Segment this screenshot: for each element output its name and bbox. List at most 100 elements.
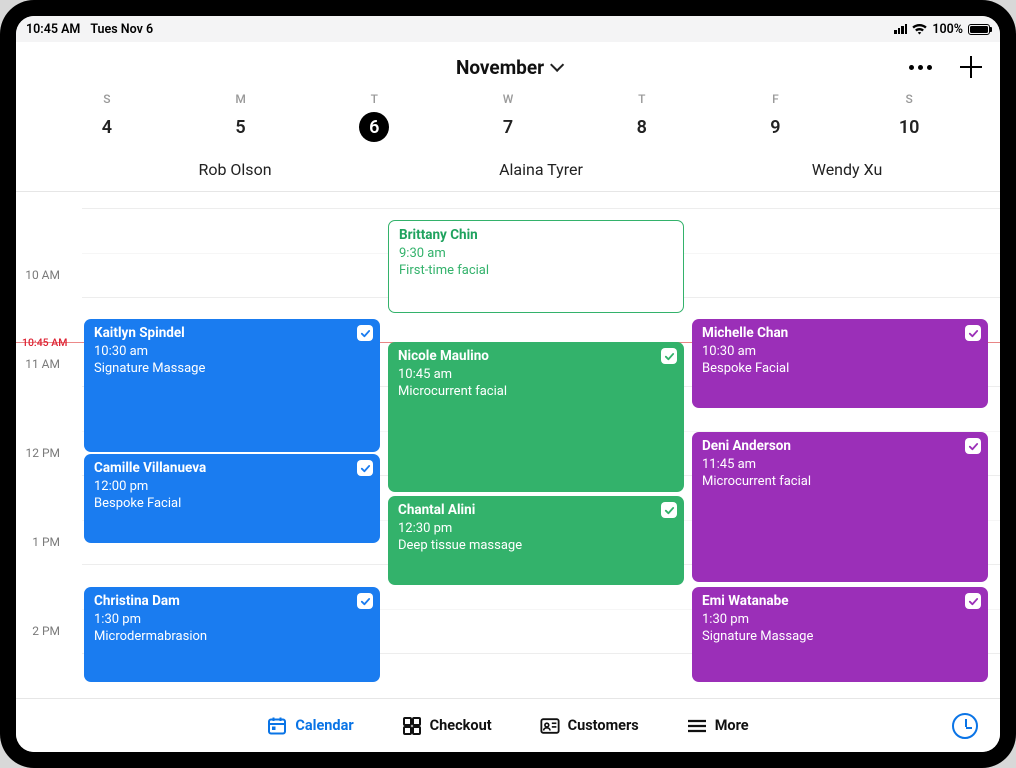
day-cell-6[interactable]: T6 xyxy=(307,92,441,142)
appointment[interactable]: Michelle Chan10:30 amBespoke Facial xyxy=(692,319,988,408)
day-letter: T xyxy=(575,92,709,106)
staff-column-0[interactable]: Kaitlyn Spindel10:30 amSignature Massage… xyxy=(82,192,386,698)
appointment[interactable]: Emi Watanabe1:30 pmSignature Massage xyxy=(692,587,988,682)
day-letter: S xyxy=(842,92,976,106)
hour-label: 12 PM xyxy=(25,446,72,535)
staff-columns: Kaitlyn Spindel10:30 amSignature Massage… xyxy=(82,192,994,698)
check-icon xyxy=(965,593,981,609)
staff-name-1[interactable]: Alaina Tyrer xyxy=(388,160,694,179)
check-icon xyxy=(661,348,677,364)
appointment[interactable]: Brittany Chin9:30 amFirst-time facial xyxy=(388,220,684,313)
appointment[interactable]: Chantal Alini12:30 pmDeep tissue massage xyxy=(388,496,684,585)
day-cell-5[interactable]: M5 xyxy=(174,92,308,142)
hour-label: 2 PM xyxy=(32,624,72,698)
more-options-button[interactable] xyxy=(909,65,932,70)
status-date: Tues Nov 6 xyxy=(90,22,153,37)
appointment-name: Kaitlyn Spindel xyxy=(94,325,370,343)
hour-label: 11 AM xyxy=(25,357,72,446)
appointment-service: First-time facial xyxy=(399,263,673,280)
add-button[interactable] xyxy=(960,56,982,78)
day-number: 7 xyxy=(493,112,523,142)
appointment[interactable]: Kaitlyn Spindel10:30 amSignature Massage xyxy=(84,319,380,452)
appointment-time: 1:30 pm xyxy=(702,612,978,629)
appointment-time: 12:30 pm xyxy=(398,521,674,538)
battery-percent: 100% xyxy=(932,22,963,37)
check-icon xyxy=(661,502,677,518)
day-cell-10[interactable]: S 10 xyxy=(842,92,976,142)
nav-checkout-label: Checkout xyxy=(430,717,492,734)
day-letter: T xyxy=(307,92,441,106)
calendar-body[interactable]: 10 AM11 AM12 PM1 PM2 PM 10:45 AM Kaitlyn… xyxy=(16,192,1000,698)
day-number: 8 xyxy=(627,112,657,142)
day-letter: M xyxy=(174,92,308,106)
nav-more[interactable]: More xyxy=(687,716,749,736)
staff-name-2[interactable]: Wendy Xu xyxy=(694,160,1000,179)
check-icon xyxy=(357,325,373,341)
appointment-service: Microcurrent facial xyxy=(702,474,978,491)
checkout-icon xyxy=(402,716,422,736)
bottom-nav: Calendar Checkout Customers More xyxy=(16,698,1000,752)
appointment[interactable]: Nicole Maulino10:45 amMicrocurrent facia… xyxy=(388,342,684,492)
chevron-down-icon xyxy=(550,58,564,72)
appointment-name: Christina Dam xyxy=(94,593,370,611)
screen: 10:45 AM Tues Nov 6 100% November xyxy=(16,16,1000,752)
appointment-service: Bespoke Facial xyxy=(702,361,978,378)
appointment-service: Signature Massage xyxy=(94,361,370,378)
nav-customers-label: Customers xyxy=(568,717,639,734)
check-icon xyxy=(357,460,373,476)
cellular-icon xyxy=(894,24,907,34)
day-number: 4 xyxy=(92,112,122,142)
staff-column-2[interactable]: Michelle Chan10:30 amBespoke Facial Deni … xyxy=(690,192,994,698)
nav-calendar-label: Calendar xyxy=(295,717,353,734)
clock-button[interactable] xyxy=(952,713,978,739)
appointment-service: Bespoke Facial xyxy=(94,496,370,513)
appointment-time: 9:30 am xyxy=(399,246,673,263)
day-letter: S xyxy=(40,92,174,106)
appointment-time: 10:30 am xyxy=(94,344,370,361)
appointment-name: Michelle Chan xyxy=(702,325,978,343)
appointment-time: 1:30 pm xyxy=(94,612,370,629)
day-letter: F xyxy=(709,92,843,106)
appointment-time: 12:00 pm xyxy=(94,479,370,496)
more-menu-icon xyxy=(687,716,707,736)
month-picker-button[interactable]: November xyxy=(456,56,560,79)
appointment-service: Deep tissue massage xyxy=(398,538,674,555)
appointment-name: Camille Villanueva xyxy=(94,460,370,478)
appointment[interactable]: Camille Villanueva12:00 pmBespoke Facial xyxy=(84,454,380,543)
nav-calendar[interactable]: Calendar xyxy=(267,716,353,736)
day-number: 6 xyxy=(359,112,389,142)
month-label: November xyxy=(456,56,544,79)
staff-name-0[interactable]: Rob Olson xyxy=(82,160,388,179)
status-bar: 10:45 AM Tues Nov 6 100% xyxy=(16,16,1000,42)
nav-more-label: More xyxy=(715,717,749,734)
appointment[interactable]: Deni Anderson11:45 amMicrocurrent facial xyxy=(692,432,988,582)
day-cell-9[interactable]: F9 xyxy=(709,92,843,142)
current-time-label: 10:45 AM xyxy=(22,336,67,349)
check-icon xyxy=(965,325,981,341)
week-row: S4M5T6W7T8F9S10 xyxy=(16,92,1000,148)
appointment-time: 10:45 am xyxy=(398,367,674,384)
hour-label: 1 PM xyxy=(32,535,72,624)
appointment-name: Deni Anderson xyxy=(702,438,978,456)
day-cell-4[interactable]: S4 xyxy=(40,92,174,142)
appointment-service: Signature Massage xyxy=(702,629,978,646)
appointment-name: Brittany Chin xyxy=(399,227,673,245)
customers-icon xyxy=(540,716,560,736)
nav-customers[interactable]: Customers xyxy=(540,716,639,736)
day-number: 5 xyxy=(226,112,256,142)
day-number: 9 xyxy=(760,112,790,142)
day-cell-8[interactable]: T8 xyxy=(575,92,709,142)
device-frame: 10:45 AM Tues Nov 6 100% November xyxy=(0,0,1016,768)
nav-checkout[interactable]: Checkout xyxy=(402,716,492,736)
status-time: 10:45 AM xyxy=(26,22,80,37)
header: November xyxy=(16,42,1000,92)
appointment[interactable]: Christina Dam1:30 pmMicrodermabrasion xyxy=(84,587,380,682)
staff-row: Rob OlsonAlaina TyrerWendy Xu xyxy=(16,148,1000,192)
appointment-name: Nicole Maulino xyxy=(398,348,674,366)
appointment-name: Chantal Alini xyxy=(398,502,674,520)
check-icon xyxy=(357,593,373,609)
day-letter: W xyxy=(441,92,575,106)
day-cell-7[interactable]: W7 xyxy=(441,92,575,142)
day-number: 10 xyxy=(894,112,924,142)
staff-column-1[interactable]: Brittany Chin9:30 amFirst-time facial Nic… xyxy=(386,192,690,698)
